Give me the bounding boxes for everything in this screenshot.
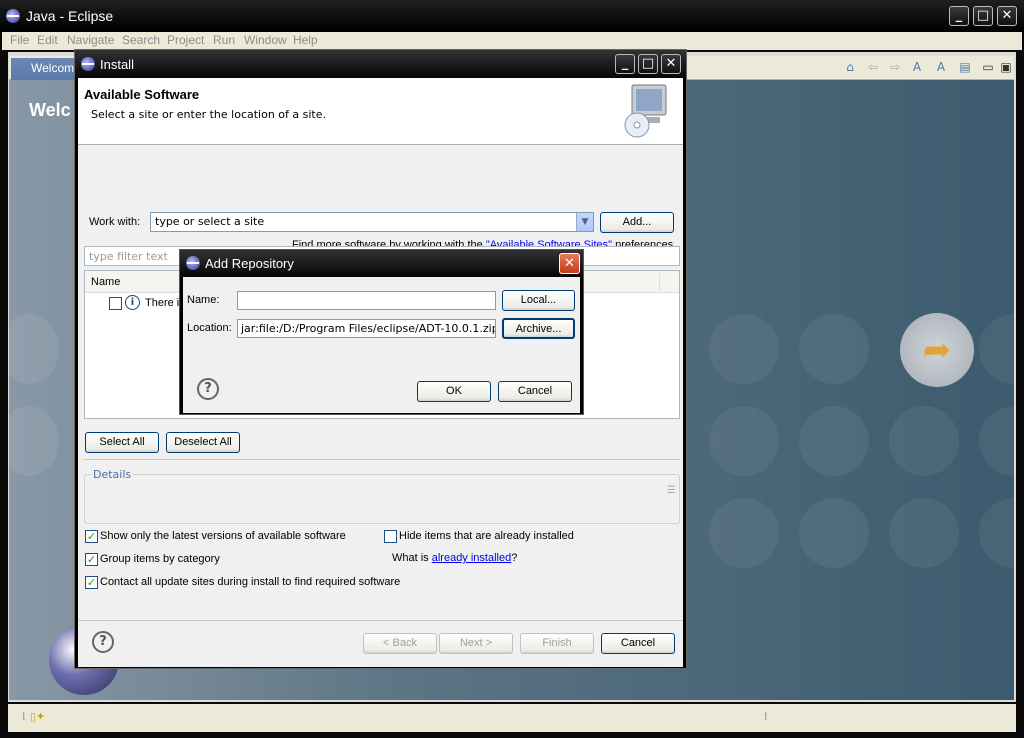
eclipse-icon — [6, 9, 20, 23]
latest-versions-label: Show only the latest versions of availab… — [100, 530, 346, 542]
menu-help[interactable]: Help — [293, 33, 318, 47]
monitor-cd-icon — [624, 84, 667, 138]
status-separator-icon: ⁞ — [764, 710, 768, 723]
install-title: Install — [100, 57, 134, 72]
install-close-button[interactable]: ✕ — [661, 54, 681, 74]
next-button[interactable]: Next > — [439, 633, 513, 654]
menu-file[interactable]: File — [10, 33, 29, 47]
name-input[interactable] — [237, 291, 496, 310]
tab-welcome-label: Welcome — [31, 61, 77, 75]
group-by-category-label: Group items by category — [100, 553, 220, 565]
what-is-installed-text: What is already installed? — [392, 552, 517, 564]
latest-versions-checkbox[interactable]: ✓ — [85, 530, 98, 543]
location-input[interactable]: jar:file:/D:/Program Files/eclipse/ADT-1… — [237, 319, 496, 338]
help-icon[interactable]: ? — [197, 378, 219, 400]
banner-subtitle: Select a site or enter the location of a… — [91, 108, 327, 121]
menu-bar: File Edit Navigate Search Project Run Wi… — [2, 32, 1022, 50]
details-resize-icon[interactable]: ☰ — [667, 485, 676, 496]
install-titlebar: Install _ □ ✕ — [75, 50, 686, 78]
archive-button[interactable]: Archive... — [502, 318, 575, 339]
details-group: Details ☰ — [84, 468, 680, 524]
add-repository-titlebar: Add Repository ✕ — [180, 250, 583, 277]
font-decrease-icon[interactable]: A — [909, 59, 925, 75]
add-repository-dialog: Add Repository ✕ Name: Local... Location… — [179, 249, 584, 415]
add-repository-title: Add Repository — [205, 256, 294, 271]
already-installed-link[interactable]: already installed — [432, 552, 512, 564]
status-grip-icon: ⁞ — [22, 710, 26, 723]
tree-row-checkbox[interactable] — [109, 297, 122, 310]
local-button[interactable]: Local... — [502, 290, 575, 311]
banner-title: Available Software — [84, 87, 200, 102]
install-cancel-button[interactable]: Cancel — [601, 633, 675, 654]
tab-welcome[interactable]: Welcome — [11, 58, 77, 80]
view-minimize-icon[interactable]: ▭ — [980, 59, 996, 75]
work-with-value: type or select a site — [155, 215, 265, 228]
hide-installed-label: Hide items that are already installed — [399, 530, 574, 542]
install-banner: Available Software Select a site or ente… — [78, 78, 683, 145]
location-label: Location: — [187, 322, 232, 334]
new-task-icon[interactable]: ▯✦ — [30, 710, 45, 723]
close-icon[interactable]: ✕ — [559, 253, 580, 274]
finish-button[interactable]: Finish — [520, 633, 594, 654]
customize-icon[interactable]: ▤ — [957, 59, 973, 75]
status-bar: ⁞ ▯✦ ⁞ — [8, 704, 1016, 732]
details-label: Details — [91, 468, 134, 481]
maximize-button[interactable]: □ — [973, 6, 993, 26]
deselect-all-button[interactable]: Deselect All — [166, 432, 240, 453]
hide-installed-checkbox[interactable] — [384, 530, 397, 543]
minimize-button[interactable]: _ — [949, 6, 969, 26]
view-maximize-icon[interactable]: ▣ — [998, 59, 1014, 75]
menu-run[interactable]: Run — [213, 33, 235, 47]
font-increase-icon[interactable]: A — [933, 59, 949, 75]
eclipse-icon — [81, 57, 95, 71]
name-label: Name: — [187, 294, 220, 306]
tree-col-name[interactable]: Name — [91, 276, 120, 288]
menu-search[interactable]: Search — [122, 33, 160, 47]
window-title: Java - Eclipse — [26, 8, 114, 24]
contact-sites-checkbox[interactable]: ✓ — [85, 576, 98, 589]
close-button[interactable]: ✕ — [997, 6, 1017, 26]
add-repository-body: Name: Local... Location: jar:file:/D:/Pr… — [183, 277, 580, 413]
menu-window[interactable]: Window — [244, 33, 287, 47]
forward-icon[interactable]: ⇨ — [887, 59, 903, 75]
select-all-button[interactable]: Select All — [85, 432, 159, 453]
back-button[interactable]: < Back — [363, 633, 437, 654]
what-is-suffix: ? — [511, 552, 518, 564]
chevron-down-icon[interactable]: ▼ — [576, 213, 593, 231]
menu-project[interactable]: Project — [167, 33, 204, 47]
menu-navigate[interactable]: Navigate — [67, 33, 114, 47]
contact-sites-label: Contact all update sites during install … — [100, 576, 401, 588]
workbench-go-icon[interactable]: ➦ — [900, 313, 974, 387]
menu-edit[interactable]: Edit — [37, 33, 58, 47]
work-with-label: Work with: — [89, 216, 141, 228]
work-with-combo[interactable]: type or select a site ▼ — [150, 212, 594, 232]
window-titlebar: Java - Eclipse _ □ ✕ — [0, 0, 1024, 32]
back-icon[interactable]: ⇦ — [865, 59, 881, 75]
add-site-button[interactable]: Add... — [600, 212, 674, 233]
what-is-prefix: What is — [392, 552, 432, 564]
welcome-heading: Welc — [29, 100, 71, 120]
ok-button[interactable]: OK — [417, 381, 491, 402]
eclipse-icon — [186, 256, 200, 270]
home-icon[interactable]: ⌂ — [842, 59, 858, 75]
repository-cancel-button[interactable]: Cancel — [498, 381, 572, 402]
group-by-category-checkbox[interactable]: ✓ — [85, 553, 98, 566]
help-icon[interactable]: ? — [92, 631, 114, 653]
info-icon: i — [125, 295, 140, 310]
install-minimize-button[interactable]: _ — [615, 54, 635, 74]
install-maximize-button[interactable]: □ — [638, 54, 658, 74]
